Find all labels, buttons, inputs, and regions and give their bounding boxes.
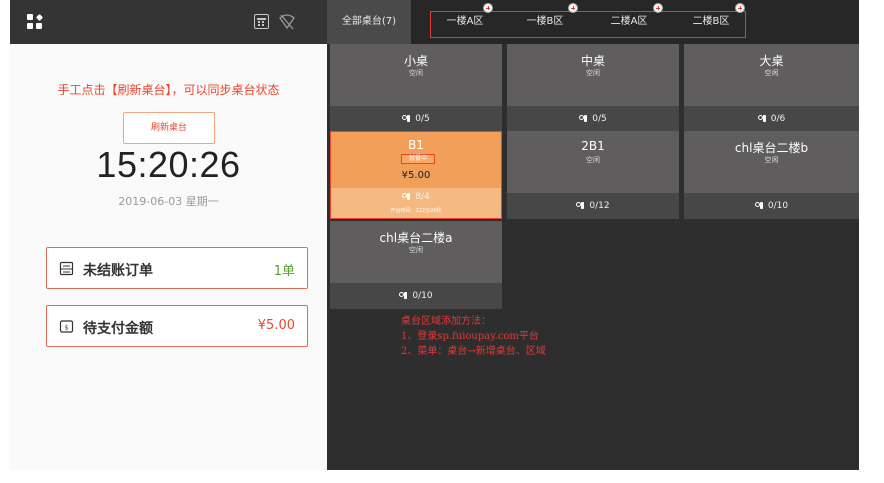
table-name: B1 [408, 138, 424, 152]
pending-payment-amount: ¥5.00 [257, 318, 295, 333]
tab-floor1-a[interactable]: 一楼A区 [431, 11, 499, 33]
refresh-tables-button[interactable]: 刷新桌台 [123, 112, 215, 144]
add-area-icon[interactable] [735, 3, 745, 13]
table-seats: 0/5 [507, 106, 679, 132]
date-label: 2019-06-03 星期一 [118, 195, 219, 208]
note-line-1: 1、登录sp.fuioupay.com平台 [401, 331, 539, 342]
people-icon [757, 115, 767, 122]
dining-status-badge: 就餐中 [401, 154, 435, 164]
pending-payment-card[interactable]: $ 待支付金额 ¥5.00 [46, 305, 308, 347]
note-title: 桌台区域添加方法： [401, 316, 491, 327]
table-seats: 0/10 [330, 283, 502, 309]
table-name: 小桌 [403, 54, 428, 68]
table-card-occupied[interactable]: B1 就餐中 ¥5.00 8/4 开台时间：222分26秒 [330, 131, 502, 219]
table-seats: 0/10 [684, 193, 859, 219]
people-icon [579, 115, 588, 122]
wallet-icon: $ [59, 320, 74, 333]
unpaid-orders-label: 未结账订单 [83, 263, 153, 279]
wifi-off-icon[interactable] [278, 13, 296, 31]
table-seats: 0/12 [507, 193, 679, 219]
note-line-2: 2、菜单：桌台→新增桌台、区域 [401, 346, 546, 357]
table-amount: ¥5.00 [401, 170, 431, 181]
table-status: 空闲 [409, 69, 423, 77]
people-icon [399, 292, 408, 299]
table-status: 空闲 [586, 156, 600, 164]
pos-app: 手工点击【刷新桌台】，可以同步桌台状态 刷新桌台 15:20:26 2019-0… [10, 0, 859, 470]
people-icon [754, 202, 764, 209]
table-card[interactable]: 大桌 空闲 0/6 [684, 44, 859, 132]
receipt-icon [59, 261, 74, 276]
table-card[interactable]: 2B1 空闲 0/12 [507, 131, 679, 219]
table-card[interactable]: chl桌台二楼b 空闲 0/10 [684, 131, 859, 219]
tab-all-tables[interactable]: 全部桌台(7) [327, 0, 411, 44]
table-status: 空闲 [764, 156, 779, 164]
table-status: 空闲 [409, 246, 423, 254]
table-card[interactable]: 小桌 空闲 0/5 [330, 44, 502, 132]
tab-floor2-b[interactable]: 二楼B区 [677, 11, 745, 33]
table-name: chl桌台二楼a [379, 231, 453, 245]
people-icon [402, 115, 411, 122]
calendar-icon[interactable] [254, 14, 269, 29]
table-name: 2B1 [581, 139, 605, 153]
table-seats: 0/6 [684, 106, 859, 132]
table-seats: 0/5 [330, 106, 502, 132]
svg-text:$: $ [65, 325, 69, 332]
table-card[interactable]: 中桌 空闲 0/5 [507, 44, 679, 132]
table-name: 中桌 [580, 54, 605, 68]
table-seats: 8/4 开台时间：222分26秒 [331, 188, 501, 218]
left-toolbar [10, 0, 327, 44]
table-status: 空闲 [764, 69, 779, 77]
left-panel: 手工点击【刷新桌台】，可以同步桌台状态 刷新桌台 15:20:26 2019-0… [10, 0, 327, 470]
table-name: 大桌 [759, 54, 784, 68]
refresh-hint: 手工点击【刷新桌台】，可以同步桌台状态 [57, 83, 280, 97]
table-status: 空闲 [586, 69, 600, 77]
unpaid-orders-card[interactable]: 未结账订单 1单 [46, 247, 308, 289]
table-card[interactable]: chl桌台二楼a 空闲 0/10 [330, 221, 502, 309]
pending-payment-label: 待支付金额 [83, 321, 153, 337]
area-setup-note: 桌台区域添加方法： 1、登录sp.fuioupay.com平台 2、菜单：桌台→… [401, 314, 546, 359]
people-icon [402, 193, 411, 200]
unpaid-orders-count: 1单 [273, 264, 295, 279]
tab-floor2-a[interactable]: 二楼A区 [595, 11, 663, 33]
add-area-icon[interactable] [483, 3, 493, 13]
table-name: chl桌台二楼b [734, 141, 809, 155]
menu-grid-icon[interactable] [27, 13, 44, 30]
right-panel: 全部桌台(7) 一楼A区 一楼B区 二楼A区 二楼B区 小桌 空闲 0/5 中桌… [327, 0, 859, 470]
add-area-icon[interactable] [568, 3, 578, 13]
add-area-icon[interactable] [653, 3, 663, 13]
open-duration: 开台时间：222分26秒 [390, 208, 442, 214]
people-icon [576, 202, 585, 209]
tab-floor1-b[interactable]: 一楼B区 [511, 11, 579, 33]
area-tabbar: 全部桌台(7) 一楼A区 一楼B区 二楼A区 二楼B区 [327, 0, 859, 44]
clock: 15:20:26 [96, 144, 241, 185]
